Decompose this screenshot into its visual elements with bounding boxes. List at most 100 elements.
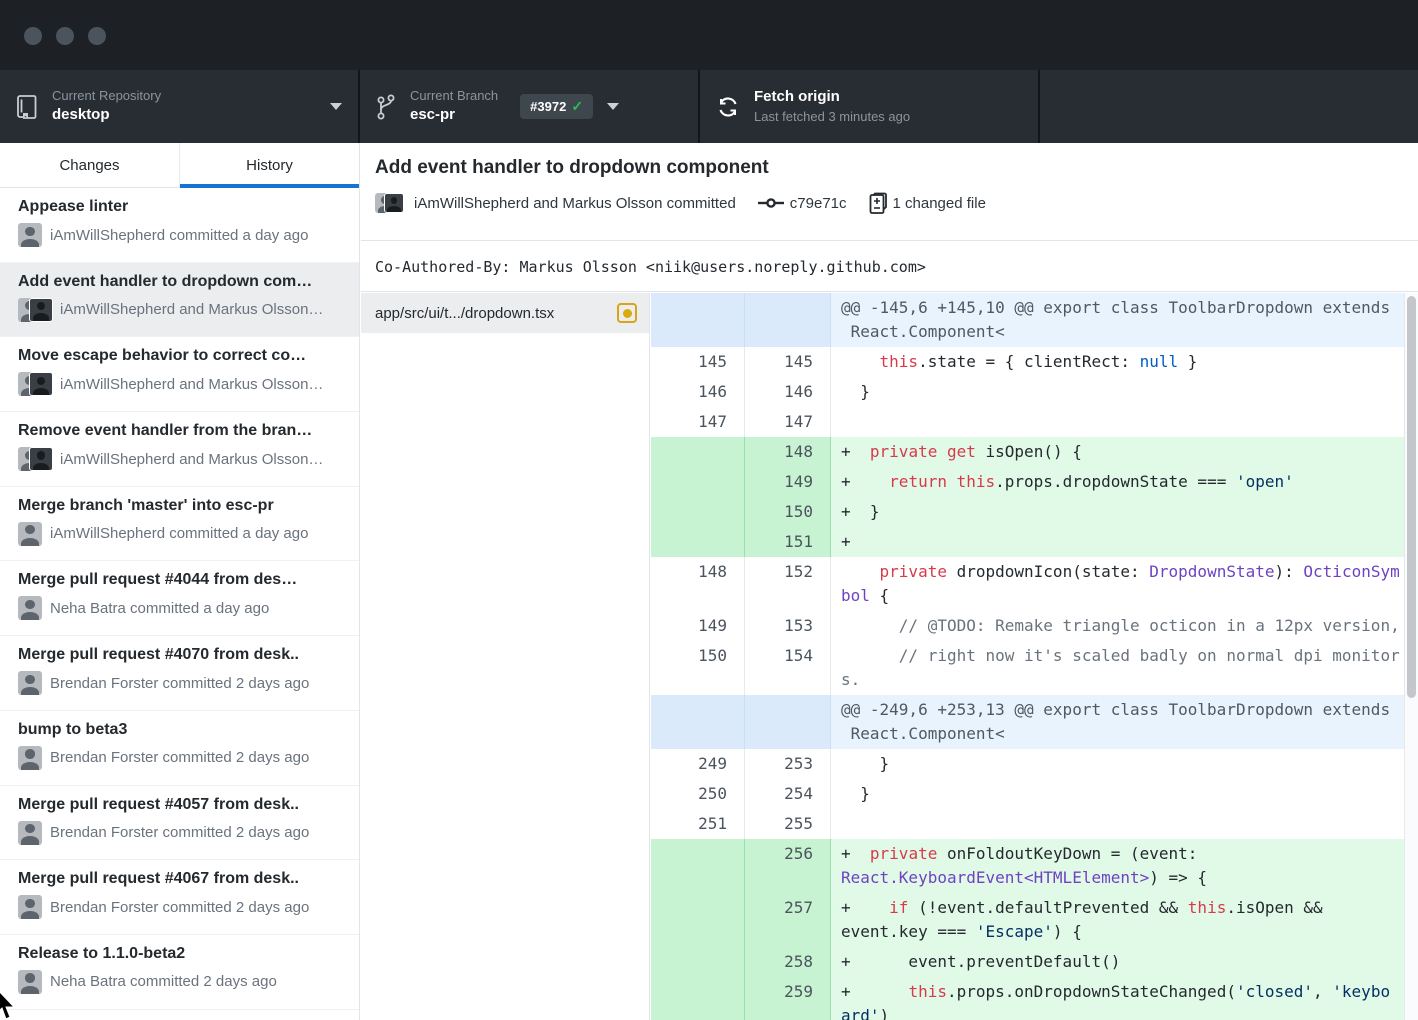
changed-files-panel: app/src/ui/t.../dropdown.tsx xyxy=(361,293,650,1020)
commit-title: Add event handler to dropdown component xyxy=(375,157,1418,179)
diff-line: 151+ xyxy=(651,527,1418,557)
coauthor-line: Co-Authored-By: Markus Olsson <niik@user… xyxy=(375,258,926,276)
commit-item-title: Merge branch 'master' into esc-pr xyxy=(18,497,345,515)
commit-list-item[interactable]: Merge pull request #4070 from desk.. Bre… xyxy=(0,636,359,711)
commit-item-meta: Neha Batra committed 2 days ago xyxy=(18,970,345,994)
diff-line: 146146 } xyxy=(651,377,1418,407)
commit-item-meta: iAmWillShepherd and Markus Olsson… xyxy=(18,447,345,471)
avatar xyxy=(384,193,404,213)
diff-line: 150+ } xyxy=(651,497,1418,527)
sidebar: Changes History Appease linter iAmWillSh… xyxy=(0,143,360,1020)
mouse-cursor-icon xyxy=(0,988,18,1020)
diff-line: 150154 // right now it's scaled badly on… xyxy=(651,641,1418,695)
repo-name: desktop xyxy=(52,106,161,125)
avatar xyxy=(18,821,42,845)
repo-label: Current Repository xyxy=(52,88,161,104)
commit-meta: iAmWillShepherd and Markus Olsson commit… xyxy=(375,192,1418,214)
diff-view: @@ -145,6 +145,10 @@ export class Toolba… xyxy=(651,293,1418,1020)
commit-authors: iAmWillShepherd and Markus Olsson commit… xyxy=(414,195,736,212)
current-repository-button[interactable]: Current Repository desktop xyxy=(0,70,360,143)
commit-item-meta: iAmWillShepherd and Markus Olsson… xyxy=(18,298,345,322)
commit-list-item[interactable]: bump to beta3 Brendan Forster committed … xyxy=(0,711,359,786)
avatar xyxy=(18,970,42,994)
sidebar-tabs: Changes History xyxy=(0,143,359,188)
window-zoom-button[interactable] xyxy=(88,27,106,45)
diff-line: 251255 xyxy=(651,809,1418,839)
fetch-label: Fetch origin xyxy=(754,88,910,107)
toolbar-spacer xyxy=(1040,70,1418,143)
commit-item-author: Brendan Forster committed 2 days ago xyxy=(50,899,309,916)
commit-history-list: Appease linter iAmWillShepherd committed… xyxy=(0,188,359,1020)
commit-item-title: Appease linter xyxy=(18,198,345,216)
toolbar: Current Repository desktop Current Branc… xyxy=(0,70,1418,143)
file-path: app/src/ui/t.../dropdown.tsx xyxy=(375,305,617,322)
commit-item-author: iAmWillShepherd and Markus Olsson… xyxy=(60,376,323,393)
diff-line: 149+ return this.props.dropdownState ===… xyxy=(651,467,1418,497)
pr-number-badge[interactable]: #3972 ✓ xyxy=(520,94,593,119)
commit-item-meta: iAmWillShepherd and Markus Olsson… xyxy=(18,372,345,396)
diff-line: 259+ this.props.onDropdownStateChanged('… xyxy=(651,977,1418,1020)
avatar xyxy=(18,596,42,620)
sync-icon xyxy=(716,95,740,119)
commit-item-author: Neha Batra committed 2 days ago xyxy=(50,973,277,990)
commit-item-author: Neha Batra committed a day ago xyxy=(50,600,269,617)
author-avatars xyxy=(18,298,52,322)
commit-list-item[interactable]: Merge pull request #4057 from desk.. Bre… xyxy=(0,786,359,861)
avatar xyxy=(18,671,42,695)
diff-line: 149153 // @TODO: Remake triangle octicon… xyxy=(651,611,1418,641)
fetch-origin-button[interactable]: Fetch origin Last fetched 3 minutes ago xyxy=(700,70,1040,143)
diff-line: 249253 } xyxy=(651,749,1418,779)
window-close-button[interactable] xyxy=(24,27,42,45)
commit-list-item[interactable]: Merge pull request #4044 from des… Neha … xyxy=(0,561,359,636)
commit-list-item[interactable]: Add event handler to dropdown com… iAmWi… xyxy=(0,263,359,338)
window-minimize-button[interactable] xyxy=(56,27,74,45)
commit-description: Co-Authored-By: Markus Olsson <niik@user… xyxy=(361,242,1418,292)
commit-item-meta: iAmWillShepherd committed a day ago xyxy=(18,223,345,247)
commit-item-author: iAmWillShepherd committed a day ago xyxy=(50,525,308,542)
current-branch-button[interactable]: Current Branch esc-pr #3972 ✓ xyxy=(360,70,700,143)
commit-list-item[interactable]: Merge pull request #4067 from desk.. Bre… xyxy=(0,860,359,935)
git-commit-icon xyxy=(758,196,784,210)
scrollbar-thumb[interactable] xyxy=(1407,296,1416,698)
diff-line: 250254 } xyxy=(651,779,1418,809)
author-avatars xyxy=(18,372,52,396)
author-avatars xyxy=(375,193,405,213)
commit-sha[interactable]: c79e71c xyxy=(790,195,847,212)
branch-label: Current Branch xyxy=(410,88,498,104)
diff-file-icon xyxy=(869,192,887,214)
commit-item-title: bump to beta3 xyxy=(18,721,345,739)
commit-list-item[interactable]: Remove event handler from the bran… iAmW… xyxy=(0,412,359,487)
git-branch-icon xyxy=(376,93,396,121)
diff-hunk-header: @@ -249,6 +253,13 @@ export class Toolba… xyxy=(651,695,1418,749)
commit-list-item[interactable]: Move escape behavior to correct co… iAmW… xyxy=(0,337,359,412)
commit-list-item[interactable]: Release to 1.1.0-beta2 Neha Batra commit… xyxy=(0,935,359,1010)
tab-changes[interactable]: Changes xyxy=(0,143,179,187)
commit-item-author: iAmWillShepherd and Markus Olsson… xyxy=(60,301,323,318)
diff-line: 257+ if (!event.defaultPrevented && this… xyxy=(651,893,1418,947)
commit-item-title: Merge pull request #4044 from des… xyxy=(18,571,345,589)
diff-line: 256+ private onFoldoutKeyDown = (event:R… xyxy=(651,839,1418,893)
commit-item-meta: Brendan Forster committed 2 days ago xyxy=(18,746,345,770)
file-list-item[interactable]: app/src/ui/t.../dropdown.tsx xyxy=(361,293,649,333)
tab-history[interactable]: History xyxy=(179,143,359,187)
modified-status-icon xyxy=(617,303,637,323)
commit-list-item[interactable]: Appease linter iAmWillShepherd committed… xyxy=(0,188,359,263)
commit-item-title: Merge pull request #4057 from desk.. xyxy=(18,796,345,814)
commit-list-item[interactable]: Merge branch 'master' into esc-pr iAmWil… xyxy=(0,487,359,562)
commit-item-title: Merge pull request #4070 from desk.. xyxy=(18,646,345,664)
avatar xyxy=(29,447,53,471)
avatar xyxy=(18,746,42,770)
ci-check-icon: ✓ xyxy=(571,98,583,115)
commit-item-author: iAmWillShepherd committed a day ago xyxy=(50,227,308,244)
chevron-down-icon xyxy=(607,103,619,110)
diff-line: 148+ private get isOpen() { xyxy=(651,437,1418,467)
avatar xyxy=(18,895,42,919)
commit-list-item[interactable]: Merge pull request #4071 from desk.. xyxy=(0,1010,359,1020)
commit-item-meta: Brendan Forster committed 2 days ago xyxy=(18,821,345,845)
diff-line: 147147 xyxy=(651,407,1418,437)
avatar xyxy=(18,223,42,247)
commit-item-title: Add event handler to dropdown com… xyxy=(18,273,345,291)
commit-item-meta: iAmWillShepherd committed a day ago xyxy=(18,522,345,546)
chevron-down-icon xyxy=(330,103,342,110)
diff-scrollbar[interactable] xyxy=(1404,293,1418,1020)
